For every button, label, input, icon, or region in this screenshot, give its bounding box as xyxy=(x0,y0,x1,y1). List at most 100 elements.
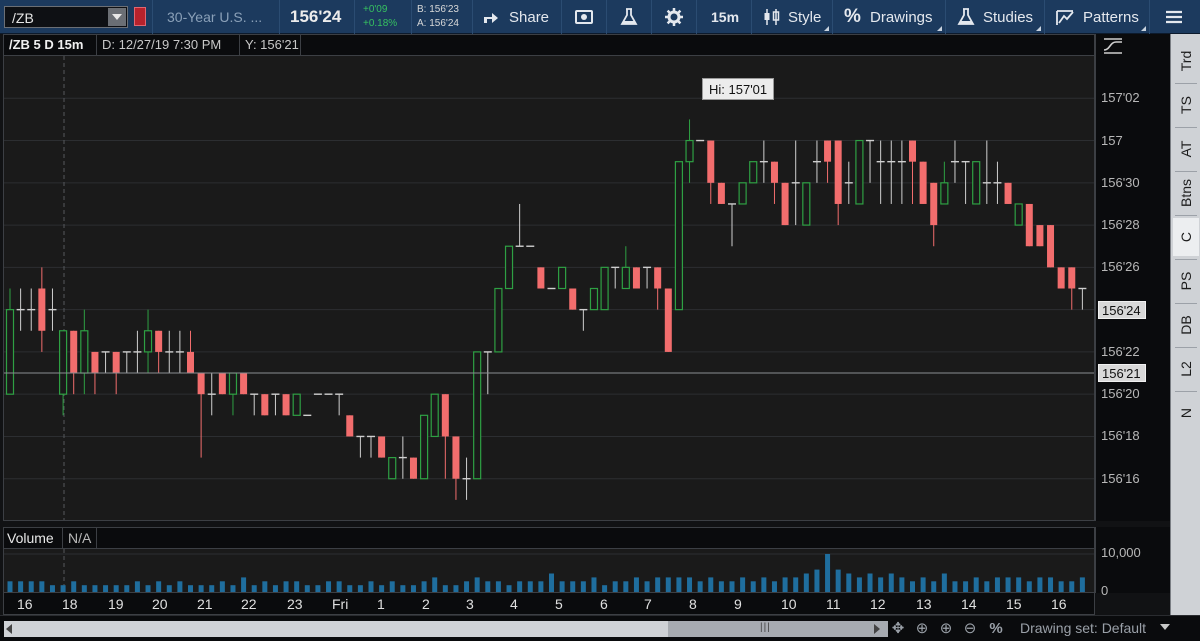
scrollbar-thumb[interactable]: ||| xyxy=(668,621,888,637)
scroll-right-icon[interactable] xyxy=(874,624,880,634)
candle-body xyxy=(388,456,397,480)
volume-bar xyxy=(113,585,119,592)
price-chart-svg[interactable] xyxy=(4,56,1095,521)
symbol-dropdown-icon[interactable] xyxy=(108,8,126,26)
pan-icon[interactable]: ✥ xyxy=(888,620,908,638)
candle-body xyxy=(143,330,153,353)
time-axis-label: 22 xyxy=(241,596,257,612)
side-tab-label: AT xyxy=(1178,140,1194,158)
link-flag-icon[interactable] xyxy=(134,7,146,26)
volume-axis: 10,000 0 xyxy=(1095,527,1170,598)
more-menu-button[interactable] xyxy=(1149,0,1200,34)
scroll-left-icon[interactable] xyxy=(6,624,12,634)
candle-body xyxy=(452,436,460,479)
bid-ask: B: 156'23 A: 156'24 xyxy=(411,0,471,34)
time-axis-label: 3 xyxy=(466,596,474,612)
side-tab-btns[interactable]: Btns xyxy=(1173,174,1199,212)
flask-icon xyxy=(620,8,638,25)
volume-bar xyxy=(495,581,501,592)
volume-bar xyxy=(60,585,66,592)
symbol-selector[interactable]: /ZB xyxy=(4,6,128,28)
volume-bar xyxy=(326,581,332,592)
candle-body xyxy=(930,182,938,226)
thinkback-button[interactable] xyxy=(606,0,650,34)
candle-body xyxy=(1047,225,1055,268)
drawing-set-label[interactable]: Drawing set: Default xyxy=(1020,620,1146,636)
side-tab-divider xyxy=(1175,347,1197,348)
style-button[interactable]: Style xyxy=(751,0,831,34)
side-tab-divider xyxy=(1175,259,1197,260)
volume-chart-svg[interactable] xyxy=(4,549,1095,593)
side-tab-label: C xyxy=(1178,231,1194,243)
chart-style-icon[interactable] xyxy=(1102,37,1126,55)
volume-bar xyxy=(92,585,98,592)
candle-body xyxy=(674,161,684,311)
studies-menu-corner-icon xyxy=(1036,26,1041,31)
zoom-out-icon[interactable]: ⊖ xyxy=(960,620,980,638)
side-tab-label: N xyxy=(1178,407,1194,419)
drawing-set-dropdown-icon[interactable] xyxy=(1160,624,1170,630)
side-tab-c[interactable]: C xyxy=(1173,218,1199,256)
volume-bar xyxy=(134,581,140,592)
volume-bar xyxy=(1079,577,1085,592)
side-tab-label: L2 xyxy=(1178,361,1194,377)
volume-pane[interactable] xyxy=(3,549,1095,593)
volume-bar xyxy=(28,581,34,592)
volume-bar xyxy=(485,581,491,592)
volume-title[interactable]: Volume xyxy=(7,530,54,546)
candle-body xyxy=(707,140,715,183)
settings-button[interactable] xyxy=(651,0,695,34)
chart-scrollbar[interactable]: ||| xyxy=(4,621,888,637)
price-axis[interactable]: 157'02 157 156'30 156'28 156'26 156'24 156'22 1… xyxy=(1095,34,1170,521)
candle-body xyxy=(228,372,238,395)
volume-bar xyxy=(410,585,416,592)
timeframe-button[interactable]: 15m xyxy=(696,0,750,34)
candle-body xyxy=(664,288,672,352)
volume-bar xyxy=(241,577,247,592)
studies-button[interactable]: Studies xyxy=(945,0,1043,34)
side-tab-l2[interactable]: L2 xyxy=(1173,350,1199,388)
candle-body xyxy=(58,330,68,395)
crosshair-icon[interactable]: ⊕ xyxy=(912,620,932,638)
snapshot-button[interactable] xyxy=(561,0,605,34)
candle-body xyxy=(940,182,949,205)
snapshot-icon xyxy=(575,10,593,24)
volume-bar xyxy=(251,585,257,592)
time-axis-label: 14 xyxy=(961,596,977,612)
side-tab-db[interactable]: DB xyxy=(1173,306,1199,344)
volume-bar xyxy=(357,585,363,592)
last-price: 156'24 xyxy=(279,0,353,34)
side-tab-n[interactable]: N xyxy=(1173,394,1199,432)
time-axis[interactable]: 16 18 19 20 21 22 23 Fri 1 2 3 4 5 6 7 8 9 10 11 12 13 14 15 16 xyxy=(3,593,1095,615)
time-axis-label: 4 xyxy=(510,596,518,612)
volume-bar xyxy=(570,581,576,592)
volume-bar xyxy=(633,577,639,592)
volume-bar xyxy=(750,581,756,592)
volume-bar xyxy=(697,581,703,592)
volume-bar xyxy=(888,573,894,592)
percent-scale-icon[interactable]: % xyxy=(986,620,1006,638)
candle-body xyxy=(346,415,354,437)
side-tab-ps[interactable]: PS xyxy=(1173,262,1199,300)
time-axis-label: 6 xyxy=(600,596,608,612)
side-tab-ts[interactable]: TS xyxy=(1173,86,1199,124)
share-button[interactable]: Share xyxy=(472,0,560,34)
volume-bar xyxy=(166,585,172,592)
side-tab-trd[interactable]: Trd xyxy=(1173,42,1199,80)
candle-body xyxy=(1025,203,1033,247)
volume-bar xyxy=(984,581,990,592)
patterns-button[interactable]: Patterns xyxy=(1044,0,1148,34)
volume-bar xyxy=(910,581,915,592)
cursor-value: Y: 156'21 xyxy=(239,35,299,55)
drawings-button[interactable]: % Drawings xyxy=(832,0,944,34)
price-chart-pane[interactable] xyxy=(3,56,1095,521)
price-axis-tick: 156'28 xyxy=(1101,217,1140,233)
time-axis-label: 10 xyxy=(781,596,797,612)
zoom-in-icon[interactable]: ⊕ xyxy=(936,620,956,638)
candle-body xyxy=(537,267,545,289)
share-label: Share xyxy=(509,9,550,26)
chart-header: /ZB 5 D 15m D: 12/27/19 7:30 PM Y: 156'2… xyxy=(3,34,1095,56)
side-tab-at[interactable]: AT xyxy=(1173,130,1199,168)
price-axis-tick: 156'30 xyxy=(1101,174,1140,190)
chart-symbol-period[interactable]: /ZB 5 D 15m xyxy=(9,35,83,55)
